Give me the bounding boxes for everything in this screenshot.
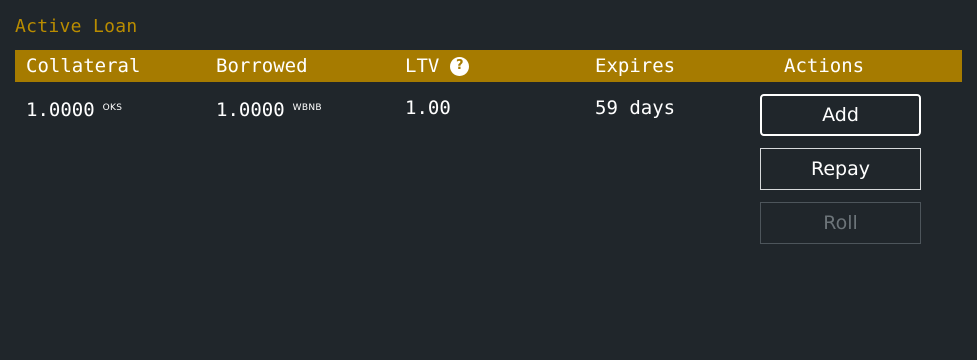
add-button[interactable]: Add <box>760 94 921 136</box>
collateral-amount: 1.0000 <box>26 99 95 121</box>
borrowed-cell: 1.0000 WBNB <box>216 97 322 121</box>
borrowed-unit: WBNB <box>292 103 322 113</box>
roll-button[interactable]: Roll <box>760 202 921 244</box>
question-circle-icon[interactable]: ? <box>450 56 470 76</box>
repay-button[interactable]: Repay <box>760 148 921 190</box>
table-header: Collateral Borrowed LTV ? Expires Action… <box>15 50 962 82</box>
header-ltv: LTV ? <box>405 55 470 77</box>
expires-value: 59 days <box>595 97 676 119</box>
ltv-value: 1.00 <box>405 97 451 119</box>
collateral-unit: OKS <box>102 103 123 113</box>
panel-title: Active Loan <box>15 16 138 37</box>
header-actions: Actions <box>784 55 865 77</box>
collateral-cell: 1.0000 OKS <box>26 97 122 121</box>
header-collateral: Collateral <box>26 55 141 77</box>
borrowed-amount: 1.0000 <box>216 99 285 121</box>
header-ltv-label: LTV <box>405 55 440 77</box>
header-expires: Expires <box>595 55 676 77</box>
header-borrowed: Borrowed <box>216 55 308 77</box>
